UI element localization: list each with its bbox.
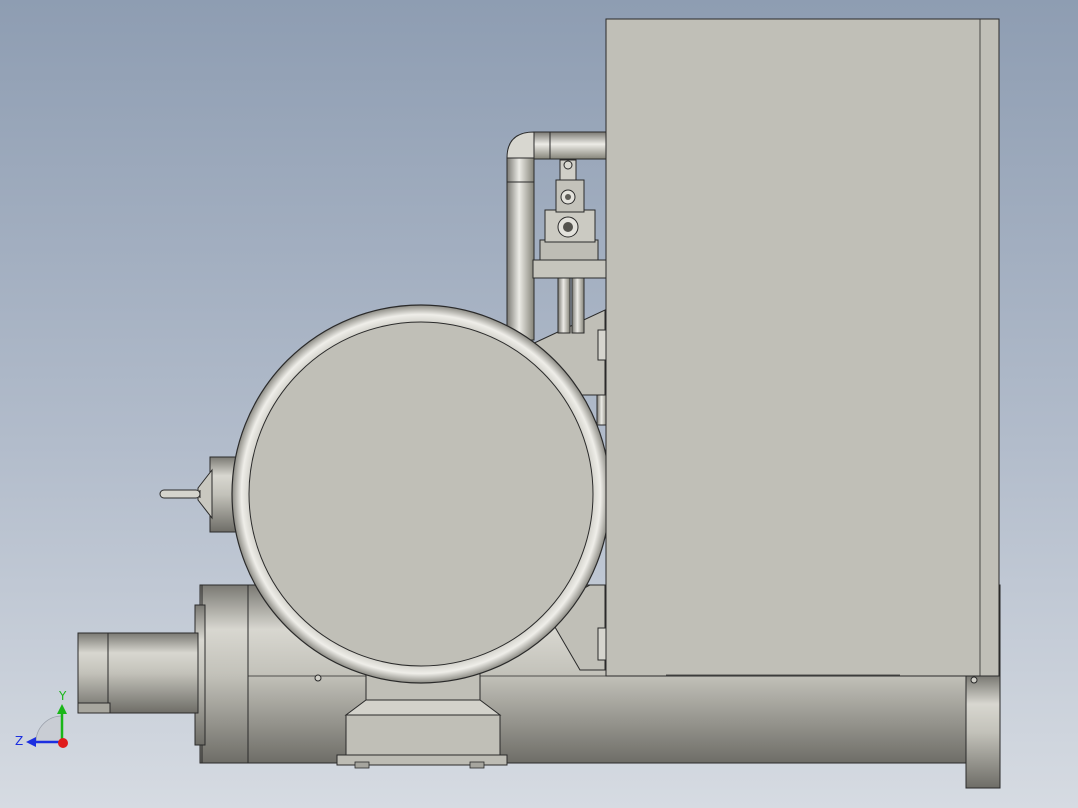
- z-arrow-icon: [26, 737, 36, 747]
- cad-viewport[interactable]: Y Z: [0, 0, 1078, 808]
- bolt-icon: [314, 674, 322, 682]
- end-flange-left[interactable]: [194, 584, 249, 764]
- model-view[interactable]: Y Z: [0, 0, 1078, 808]
- electrical-cabinet[interactable]: [605, 18, 1000, 677]
- z-axis-label: Z: [15, 734, 23, 748]
- side-nozzle[interactable]: [159, 456, 241, 533]
- valve-assembly[interactable]: [532, 159, 607, 334]
- coordinate-triad[interactable]: Y Z: [15, 689, 68, 748]
- triad-arc-icon: [35, 715, 63, 743]
- motor-housing[interactable]: [77, 632, 199, 714]
- pressure-vessel[interactable]: [231, 304, 611, 684]
- origin-icon: [58, 738, 68, 748]
- end-cap-right[interactable]: [965, 675, 1001, 789]
- y-arrow-icon: [57, 704, 67, 714]
- y-axis-label: Y: [58, 689, 67, 703]
